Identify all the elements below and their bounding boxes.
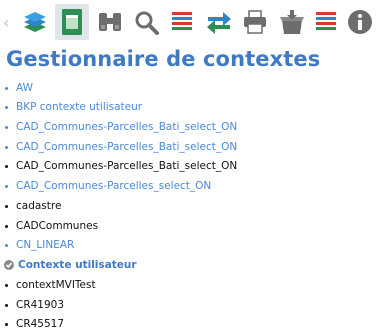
context-manager-button[interactable] <box>55 4 89 40</box>
layers-button[interactable] <box>18 4 52 40</box>
page-title: Gestionnaire de contextes <box>6 47 321 71</box>
context-item[interactable]: CR45517 <box>4 314 64 334</box>
swap-arrows-icon <box>207 12 231 34</box>
bullet <box>5 303 8 307</box>
context-item-label: CAD_Communes-Parcelles_select_ON <box>16 180 212 192</box>
print-button[interactable] <box>238 4 272 40</box>
toolbar: ‹ <box>0 0 379 46</box>
context-item-label: AW <box>16 82 33 94</box>
context-item-label: CADCommunes <box>16 220 99 232</box>
context-item-label: BKP contexte utilisateur <box>16 101 143 113</box>
context-item[interactable]: CR41903 <box>4 295 64 315</box>
context-item-active[interactable]: Contexte utilisateur <box>4 255 137 275</box>
context-item-label: CR41903 <box>16 299 65 311</box>
context-item-label: CAD_Communes-Parcelles_Bati_select_ON <box>16 141 238 153</box>
info-button[interactable] <box>343 4 377 40</box>
context-item[interactable]: CAD_Communes-Parcelles_Bati_select_ON <box>4 117 237 137</box>
printer-icon <box>244 10 266 34</box>
bullet <box>5 86 8 90</box>
context-item[interactable]: CAD_Communes-Parcelles_Bati_select_ON <box>4 156 237 176</box>
context-item-label: CR45517 <box>16 318 65 330</box>
binoculars-icon <box>99 13 121 31</box>
layers-icon <box>24 12 46 32</box>
context-item-label: CAD_Communes-Parcelles_Bati_select_ON <box>16 121 238 133</box>
info-icon <box>348 10 372 34</box>
context-item[interactable]: cadastre <box>4 196 61 216</box>
legend-button[interactable] <box>165 4 199 40</box>
context-item[interactable]: AW <box>4 78 33 98</box>
legend-list-icon <box>172 12 192 30</box>
context-item-label: CAD_Communes-Parcelles_Bati_select_ON <box>16 160 238 172</box>
bullet <box>5 224 8 228</box>
bullet <box>5 243 8 247</box>
bullet <box>5 184 8 188</box>
swap-button[interactable] <box>202 4 236 40</box>
bullet <box>5 322 8 326</box>
bullet <box>5 125 8 129</box>
binoculars-button[interactable] <box>93 4 127 40</box>
legend-button-2[interactable] <box>309 4 343 40</box>
context-item-label: CN_LINEAR <box>16 239 75 251</box>
download-box-icon <box>280 10 304 34</box>
search-button[interactable] <box>129 4 163 40</box>
context-item-label: Contexte utilisateur <box>18 259 137 271</box>
bullet <box>5 105 8 109</box>
context-item[interactable]: CAD_Communes-Parcelles_select_ON <box>4 176 211 196</box>
context-item-label: contextMVITest <box>16 279 96 291</box>
check-circle-icon <box>4 260 14 270</box>
context-item-label: cadastre <box>16 200 62 212</box>
legend-list-icon-2 <box>316 12 336 30</box>
scroll-left-icon[interactable]: ‹ <box>3 14 15 32</box>
bullet <box>5 204 8 208</box>
context-item[interactable]: CADCommunes <box>4 216 98 236</box>
context-item[interactable]: contextMVITest <box>4 275 96 295</box>
bullet <box>5 283 8 287</box>
bullet <box>5 145 8 149</box>
context-item[interactable]: CAD_Communes-Parcelles_Bati_select_ON <box>4 137 237 157</box>
bullet <box>5 164 8 168</box>
context-item[interactable]: CN_LINEAR <box>4 235 74 255</box>
search-icon <box>135 11 159 35</box>
context-manager-icon <box>62 9 82 35</box>
context-item[interactable]: BKP contexte utilisateur <box>4 97 142 117</box>
download-button[interactable] <box>275 4 309 40</box>
